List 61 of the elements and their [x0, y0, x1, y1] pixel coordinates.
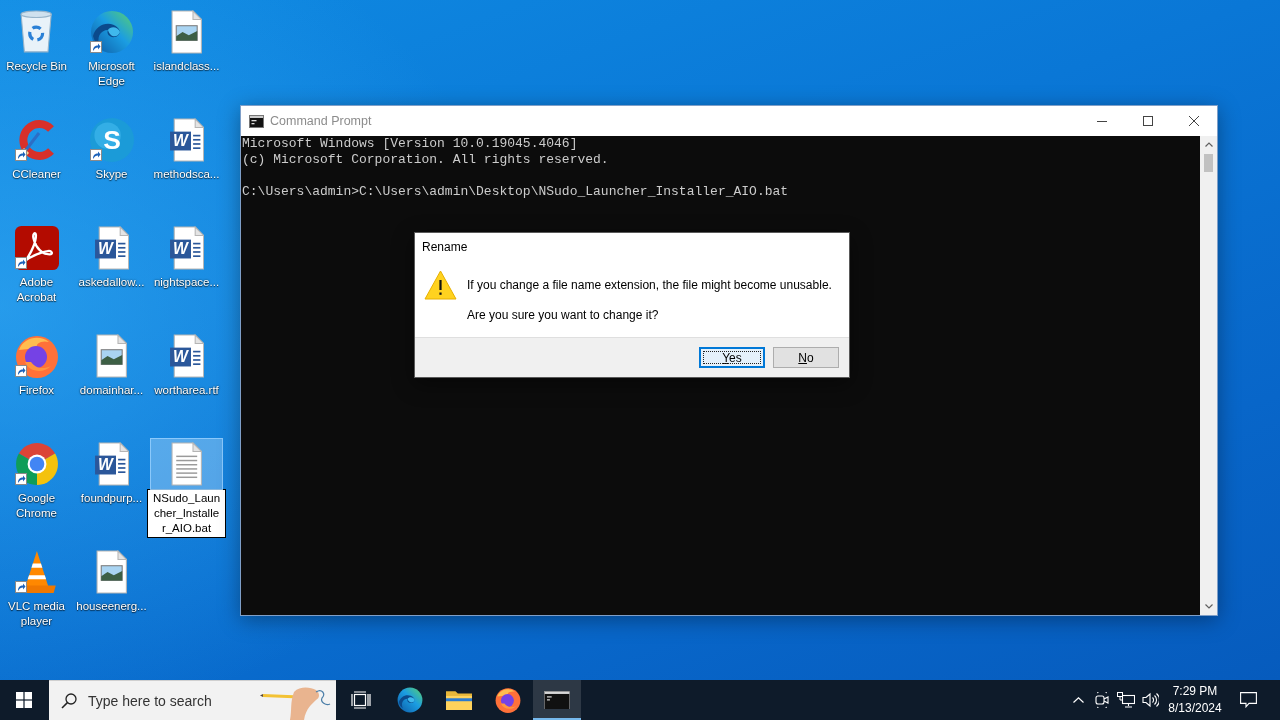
icon-label[interactable]: Microsoft Edge	[74, 59, 149, 89]
icon-label[interactable]: nightspace...	[153, 275, 220, 290]
icon-label[interactable]: Firefox	[18, 383, 55, 398]
edge-logo-icon	[397, 687, 423, 713]
chevron-up-icon	[1072, 697, 1084, 703]
network-icon	[1117, 692, 1135, 708]
icon-label[interactable]: CCleaner	[12, 167, 61, 182]
clock-button[interactable]: 7:29 PM 8/13/2024	[1162, 680, 1228, 720]
scrollbar-thumb[interactable]	[1204, 154, 1213, 172]
icon-label[interactable]: islandclass...	[153, 59, 220, 74]
firefox-logo-icon	[495, 687, 521, 713]
maximize-icon	[1143, 116, 1153, 126]
search-icon	[61, 692, 77, 709]
speech-bubble-icon	[1239, 692, 1257, 708]
acrobat-logo-icon	[14, 226, 59, 270]
icon-label[interactable]: askedallow...	[78, 275, 145, 290]
icon-label[interactable]: Recycle Bin	[6, 59, 67, 74]
icon-label[interactable]: Google Chrome	[0, 491, 74, 521]
icon-label[interactable]: Skype	[95, 167, 128, 182]
icon-label[interactable]: domainhar...	[79, 383, 144, 398]
icon-label[interactable]: Adobe Acrobat	[0, 275, 74, 305]
rename-field[interactable]: NSudo_Launcher_Installer_AIO.bat	[147, 489, 226, 538]
dialog-button[interactable]: No	[773, 347, 839, 368]
icon-label[interactable]: houseenerg...	[76, 599, 147, 614]
windows-logo-icon	[16, 692, 32, 708]
recycle-bin-icon	[19, 10, 54, 54]
dialog-question: Are you sure you want to change it?	[467, 307, 659, 323]
dialog-button[interactable]: Yes	[699, 347, 765, 368]
close-icon	[1189, 116, 1199, 126]
vertical-scrollbar[interactable]	[1200, 136, 1217, 615]
image-file-icon	[95, 550, 128, 594]
firefox-logo-icon	[14, 334, 59, 378]
dialog-title: Rename	[421, 239, 468, 256]
icon-label[interactable]: wortharea.rtf	[154, 383, 219, 398]
edge-logo-icon	[89, 10, 134, 54]
icon-label[interactable]: foundpurp...	[80, 491, 143, 506]
dialog-message: If you change a file name extension, the file might become unusable.	[467, 277, 832, 293]
skype-logo-icon: S	[89, 118, 134, 162]
terminal-icon	[249, 114, 264, 128]
icon-label[interactable]: VLC media player	[0, 599, 74, 629]
image-file-icon	[95, 334, 128, 378]
minimize-icon	[1097, 120, 1107, 122]
taskbar-app-button[interactable]	[533, 680, 581, 720]
terminal-icon	[544, 690, 570, 710]
icon-label[interactable]: methodsca...	[153, 167, 220, 182]
console-line: Microsoft Windows [Version 10.0.19045.4046]	[242, 136, 578, 152]
volume-icon	[1141, 692, 1159, 708]
image-file-icon	[170, 10, 203, 54]
warning-icon	[424, 270, 457, 300]
selection-highlight[interactable]	[150, 438, 223, 490]
folder-icon	[446, 689, 472, 711]
video-camera-icon	[1095, 692, 1109, 708]
scroll-up-icon[interactable]	[1204, 142, 1213, 147]
chrome-logo-icon	[14, 442, 59, 486]
console-line: (c) Microsoft Corporation. All rights reserved.	[242, 152, 609, 168]
scroll-down-icon[interactable]	[1204, 604, 1213, 609]
text-file-icon	[170, 442, 203, 486]
window-title: Command Prompt	[270, 114, 372, 128]
search-field[interactable]: Type here to search	[88, 692, 228, 709]
task-view-icon	[351, 691, 371, 709]
console-command-line: C:\Users\admin>C:\Users\admin\Desktop\NSudo_Launcher_Installer_AIO.bat	[242, 184, 789, 200]
